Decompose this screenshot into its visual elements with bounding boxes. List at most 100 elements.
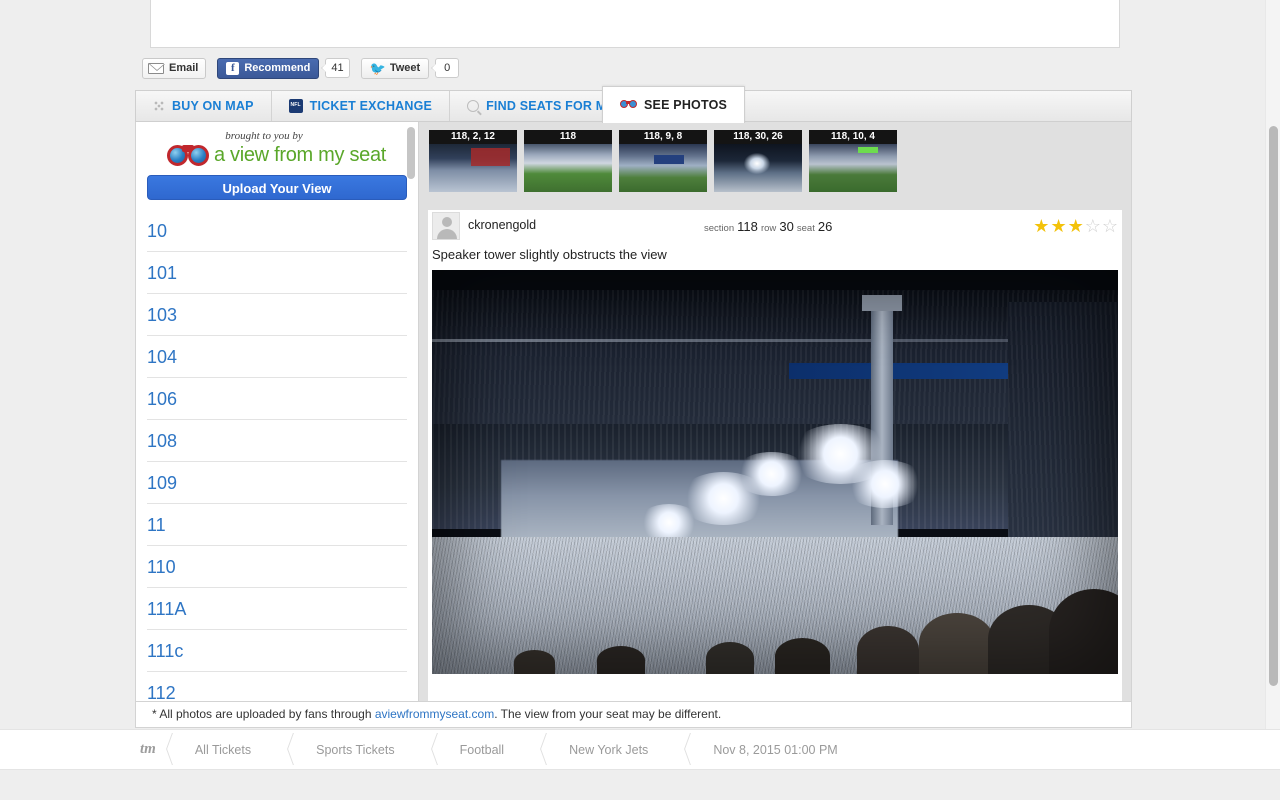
search-icon xyxy=(467,100,480,112)
page-root: Email f Recommend 41 🐦 Tweet 0 BUY ON MA… xyxy=(0,0,1280,800)
section-sidebar: brought to you by a view from my seat Up… xyxy=(136,122,419,701)
breadcrumb-item-football[interactable]: Football xyxy=(434,743,530,757)
thumbnail-label: 118 xyxy=(524,130,612,144)
thumbnail-item[interactable]: 118, 9, 8 xyxy=(619,130,707,210)
thumbnail-label: 118, 10, 4 xyxy=(809,130,897,144)
thumbnail-item[interactable]: 118, 2, 12 xyxy=(429,130,517,210)
review-seat-info: section 118 row 30 seat 26 xyxy=(704,219,832,234)
thumbnail-image xyxy=(714,144,802,192)
sidebar-scrollbar[interactable] xyxy=(407,127,415,701)
binoculars-icon xyxy=(620,99,637,111)
seat-section-label: section xyxy=(704,223,735,234)
thumbnail-label: 118, 30, 26 xyxy=(714,130,802,144)
thumbnail-image xyxy=(619,144,707,192)
review-card: ckronengold section 118 row 30 seat 26 ★… xyxy=(428,210,1122,701)
envelope-icon xyxy=(148,62,165,74)
facebook-recommend-group: f Recommend 41 xyxy=(217,57,350,79)
facebook-recommend-count: 41 xyxy=(321,58,350,78)
section-list-item[interactable]: 103 xyxy=(147,294,407,336)
section-list-item[interactable]: 109 xyxy=(147,462,407,504)
twitter-tweet-group: 🐦 Tweet 0 xyxy=(360,57,460,79)
section-list-item[interactable]: 112 xyxy=(147,672,407,701)
tab-bar: BUY ON MAP TICKET EXCHANGE FIND SEATS FO… xyxy=(135,86,1132,123)
facebook-recommend-label: Recommend xyxy=(244,62,311,74)
tab-buy-on-map-label: BUY ON MAP xyxy=(172,99,254,113)
thumbnail-item[interactable]: 118, 10, 4 xyxy=(809,130,897,210)
thumbnail-item[interactable]: 118 xyxy=(524,130,612,210)
breadcrumb-item-sports-tickets[interactable]: Sports Tickets xyxy=(290,743,421,757)
breadcrumb-item-event-date[interactable]: Nov 8, 2015 01:00 PM xyxy=(687,743,863,757)
breadcrumb-item-new-york-jets[interactable]: New York Jets xyxy=(543,743,674,757)
section-list: 10 101 103 104 106 108 109 11 110 111A 1… xyxy=(136,210,418,701)
section-list-item[interactable]: 111A xyxy=(147,588,407,630)
social-share-bar: Email f Recommend 41 🐦 Tweet 0 xyxy=(142,57,460,79)
avfms-brand-text: a view from my seat xyxy=(213,144,387,166)
disclaimer-suffix: . The view from your seat may be differe… xyxy=(494,707,722,721)
tab-ticket-exchange-label: TICKET EXCHANGE xyxy=(309,99,433,113)
breadcrumb-chevron-icon xyxy=(421,729,434,770)
photo-disclaimer: * All photos are uploaded by fans throug… xyxy=(135,702,1132,728)
tab-find-seats-for-me-label: FIND SEATS FOR ME xyxy=(486,99,615,113)
twitter-tweet-button[interactable]: 🐦 Tweet xyxy=(360,57,430,79)
thumbnail-item[interactable]: 118, 30, 26 xyxy=(714,130,802,210)
seat-section-value: 118 xyxy=(737,219,758,234)
user-avatar-icon xyxy=(432,212,460,240)
avfms-logo: a view from my seat xyxy=(136,143,418,168)
review-username[interactable]: ckronengold xyxy=(468,218,536,232)
section-list-item[interactable]: 106 xyxy=(147,378,407,420)
tab-see-photos-label: SEE PHOTOS xyxy=(644,98,728,112)
section-list-item[interactable]: 10 xyxy=(147,210,407,252)
breadcrumb-item-all-tickets[interactable]: All Tickets xyxy=(169,743,277,757)
thumbnail-label: 118, 2, 12 xyxy=(429,130,517,144)
twitter-tweet-label: Tweet xyxy=(389,62,421,74)
promo-card xyxy=(150,0,1120,48)
star-icon: ★ xyxy=(1033,216,1050,236)
tab-ticket-exchange[interactable]: TICKET EXCHANGE xyxy=(272,91,451,121)
section-list-item[interactable]: 110 xyxy=(147,546,407,588)
photo-panel: 118, 2, 12 118 118, 9, 8 118, 30, 26 118… xyxy=(419,122,1131,701)
seat-seat-label: seat xyxy=(796,223,815,234)
facebook-recommend-button[interactable]: f Recommend xyxy=(217,57,320,79)
breadcrumb-chevron-icon xyxy=(530,729,543,770)
star-icon: ☆ xyxy=(1101,216,1118,236)
content-area: brought to you by a view from my seat Up… xyxy=(135,122,1132,702)
section-list-item[interactable]: 108 xyxy=(147,420,407,462)
thumbnail-label: 118, 9, 8 xyxy=(619,130,707,144)
breadcrumb-chevron-icon xyxy=(277,729,290,770)
page-scrollbar-thumb[interactable] xyxy=(1269,126,1278,686)
brought-to-you-by-label: brought to you by xyxy=(225,130,303,142)
upload-your-view-button[interactable]: Upload Your View xyxy=(147,175,407,200)
star-icon: ☆ xyxy=(1084,216,1101,236)
sidebar-scrollbar-thumb[interactable] xyxy=(407,127,415,179)
tab-buy-on-map[interactable]: BUY ON MAP xyxy=(136,91,272,121)
review-caption: Speaker tower slightly obstructs the vie… xyxy=(432,247,667,262)
breadcrumb: tm All Tickets Sports Tickets Football N… xyxy=(0,729,1280,770)
binoculars-icon xyxy=(166,143,209,168)
thumbnail-image xyxy=(809,144,897,192)
rating-stars: ★ ★ ★ ☆ ☆ xyxy=(1033,217,1118,235)
email-button[interactable]: Email xyxy=(142,57,207,79)
twitter-tweet-count: 0 xyxy=(431,58,460,78)
section-list-item[interactable]: 111c xyxy=(147,630,407,672)
tab-see-photos[interactable]: SEE PHOTOS xyxy=(602,86,746,123)
avfms-brand-block: brought to you by a view from my seat xyxy=(136,122,418,168)
section-list-item[interactable]: 11 xyxy=(147,504,407,546)
disclaimer-prefix: * All photos are uploaded by fans throug… xyxy=(152,707,375,721)
thumbnail-strip: 118, 2, 12 118 118, 9, 8 118, 30, 26 118… xyxy=(419,122,1131,210)
review-header: ckronengold section 118 row 30 seat 26 ★… xyxy=(428,210,1122,246)
star-icon: ★ xyxy=(1067,216,1084,236)
star-icon: ★ xyxy=(1050,216,1067,236)
seat-view-photo[interactable] xyxy=(432,270,1118,674)
facebook-f-icon: f xyxy=(226,61,240,75)
thumbnail-image xyxy=(429,144,517,192)
email-button-label: Email xyxy=(169,62,199,74)
thumbnail-image xyxy=(524,144,612,192)
section-list-item[interactable]: 104 xyxy=(147,336,407,378)
page-scrollbar[interactable] xyxy=(1269,126,1278,692)
breadcrumb-chevron-icon xyxy=(156,729,169,770)
twitter-bird-icon: 🐦 xyxy=(369,60,386,76)
aviewfrommyseat-link[interactable]: aviewfrommyseat.com xyxy=(375,707,494,721)
section-list-item[interactable]: 101 xyxy=(147,252,407,294)
nfl-shield-icon xyxy=(288,99,303,113)
seat-row-label: row xyxy=(760,223,777,234)
